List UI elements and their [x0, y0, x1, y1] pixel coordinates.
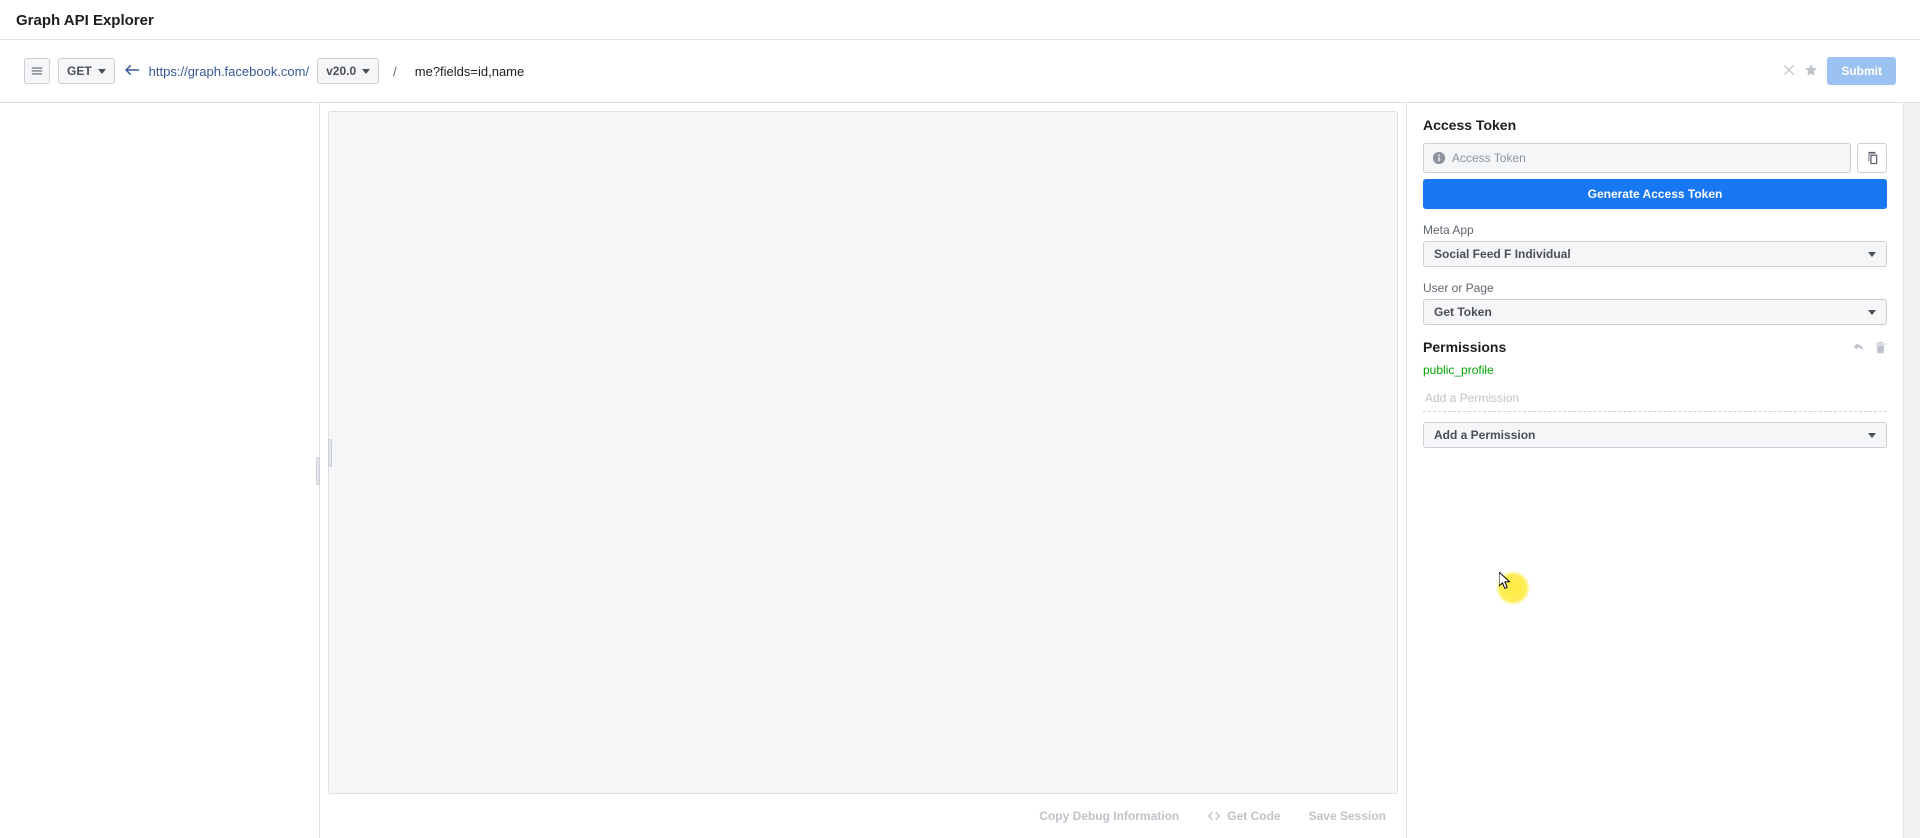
chevron-down-icon: [362, 69, 370, 74]
request-path-input[interactable]: [411, 58, 1776, 84]
generate-token-button[interactable]: Generate Access Token: [1423, 179, 1887, 209]
hamburger-icon[interactable]: [24, 58, 50, 84]
fields-panel: [0, 103, 320, 838]
user-or-page-value: Get Token: [1434, 305, 1492, 319]
page-title: Graph API Explorer: [0, 0, 1920, 40]
clear-icon[interactable]: [1783, 64, 1795, 79]
vertical-scrollbar[interactable]: [1903, 103, 1920, 838]
response-footer: Copy Debug Information Get Code Save Ses…: [320, 794, 1406, 838]
copy-icon: [1865, 151, 1879, 165]
meta-app-label: Meta App: [1423, 223, 1887, 237]
add-permission-input[interactable]: [1423, 387, 1887, 412]
access-token-input[interactable]: [1452, 151, 1842, 165]
resize-handle[interactable]: [316, 457, 320, 485]
response-area: [328, 111, 1398, 794]
info-icon: [1432, 151, 1446, 165]
http-method-value: GET: [67, 64, 92, 78]
user-or-page-label: User or Page: [1423, 281, 1887, 295]
meta-app-value: Social Feed F Individual: [1434, 247, 1571, 261]
add-permission-select[interactable]: Add a Permission: [1423, 422, 1887, 448]
base-url: https://graph.facebook.com/: [149, 64, 309, 79]
permissions-title: Permissions: [1423, 339, 1506, 355]
api-version-select[interactable]: v20.0: [317, 58, 379, 84]
request-bar: GET https://graph.facebook.com/ v20.0 /: [24, 57, 1896, 85]
side-panel: Access Token Generate Access Token Meta …: [1407, 103, 1903, 838]
chevron-down-icon: [1868, 310, 1876, 315]
get-code-button[interactable]: Get Code: [1207, 809, 1280, 823]
arrow-left-icon[interactable]: [123, 64, 141, 79]
access-token-field[interactable]: [1423, 143, 1851, 173]
meta-app-select[interactable]: Social Feed F Individual: [1423, 241, 1887, 267]
permission-item[interactable]: public_profile: [1423, 363, 1887, 377]
chevron-down-icon: [98, 69, 106, 74]
copy-debug-button[interactable]: Copy Debug Information: [1039, 809, 1179, 823]
trash-icon[interactable]: [1874, 341, 1887, 354]
path-slash: /: [387, 64, 403, 79]
submit-button[interactable]: Submit: [1827, 57, 1896, 85]
http-method-select[interactable]: GET: [58, 58, 115, 84]
user-or-page-select[interactable]: Get Token: [1423, 299, 1887, 325]
copy-token-button[interactable]: [1857, 143, 1887, 173]
access-token-title: Access Token: [1423, 117, 1887, 133]
chevron-down-icon: [1868, 433, 1876, 438]
chevron-down-icon: [1868, 252, 1876, 257]
star-icon[interactable]: [1805, 64, 1817, 79]
add-permission-label: Add a Permission: [1434, 428, 1535, 442]
resize-handle[interactable]: [328, 439, 332, 467]
api-version-value: v20.0: [326, 64, 356, 78]
save-session-button[interactable]: Save Session: [1309, 809, 1386, 823]
undo-icon[interactable]: [1853, 341, 1866, 354]
